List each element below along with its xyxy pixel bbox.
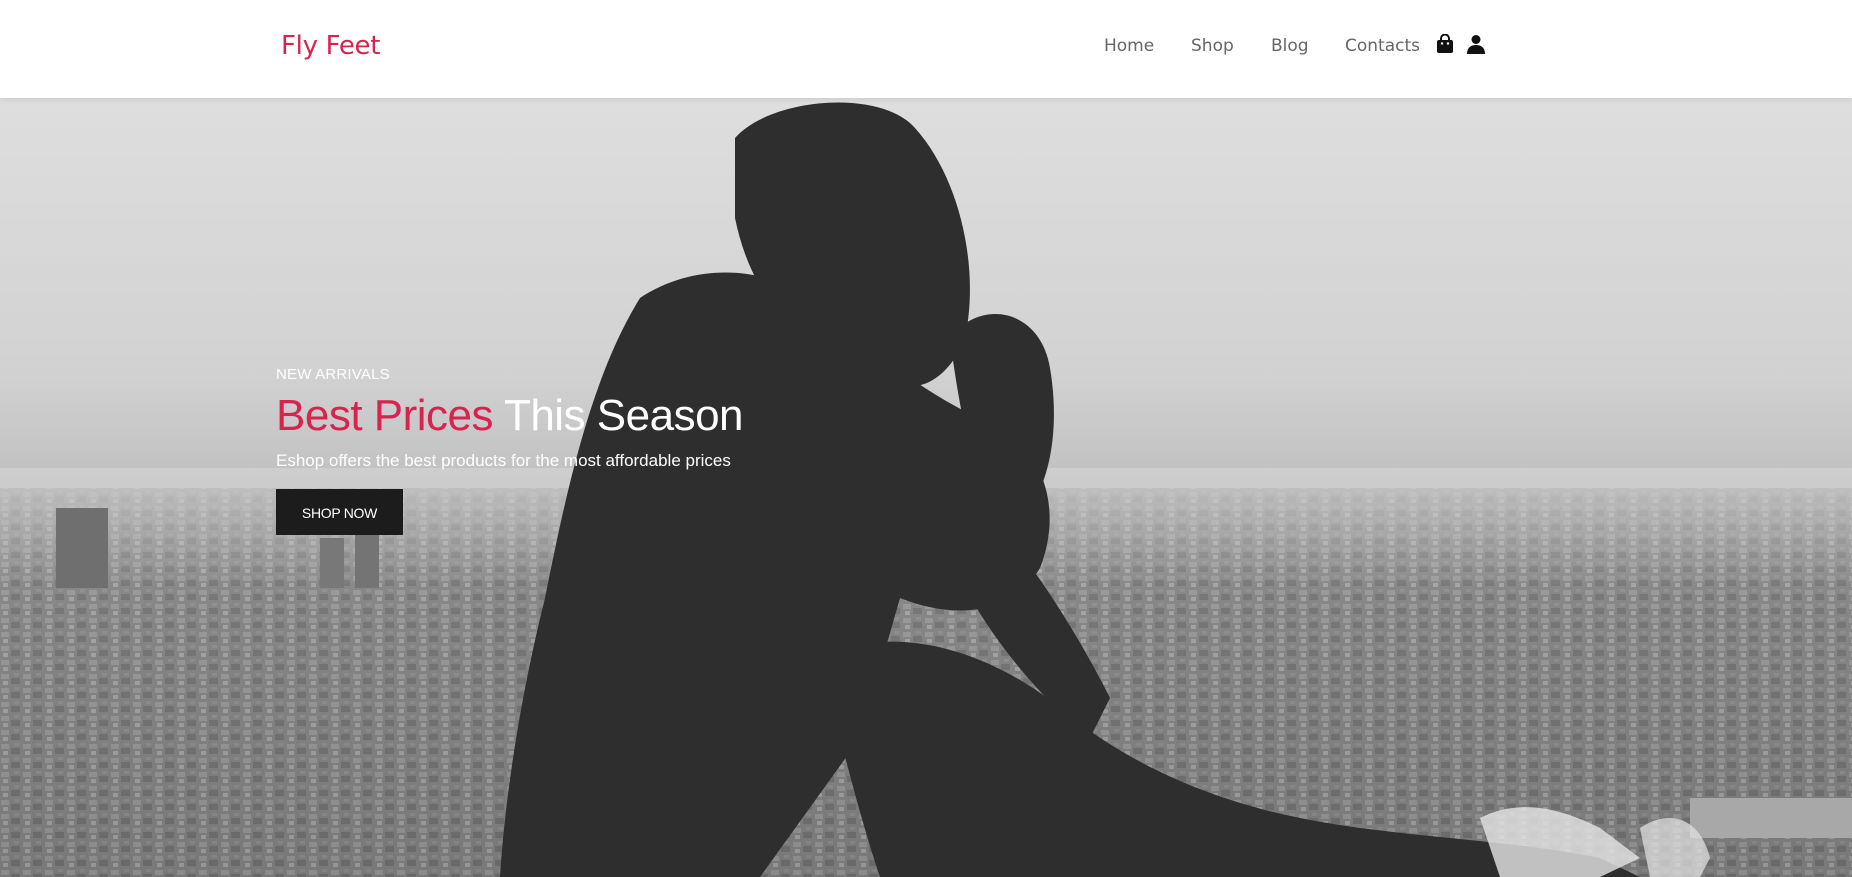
hero-banner: NEW ARRIVALS Best Prices This Season Esh…: [0, 98, 1852, 877]
hero-eyebrow: NEW ARRIVALS: [276, 366, 390, 383]
nav-blog-link[interactable]: Blog: [1271, 36, 1309, 56]
hero-headline-accent: Best Prices: [276, 391, 494, 440]
user-icon-svg: [1467, 35, 1485, 54]
hero-content: NEW ARRIVALS Best Prices This Season Esh…: [276, 366, 744, 536]
nav-shop-link[interactable]: Shop: [1191, 36, 1234, 56]
hero-headline: Best Prices This Season: [276, 391, 744, 440]
nav-contacts-link[interactable]: Contacts: [1345, 36, 1420, 56]
hero-subline: Eshop offers the best products for the m…: [276, 451, 731, 471]
hero-headline-plain: This Season: [503, 391, 744, 440]
user-icon[interactable]: [1466, 34, 1488, 58]
site-header: Fly Feet Home Shop Blog Contacts: [0, 0, 1852, 98]
shopping-bag-icon[interactable]: [1436, 33, 1458, 58]
nav-home-link[interactable]: Home: [1104, 36, 1154, 56]
shop-now-button[interactable]: SHOP NOW: [276, 489, 403, 536]
shopping-bag-icon-svg: [1437, 33, 1453, 53]
main-nav: Home Shop Blog Contacts: [0, 36, 1852, 66]
